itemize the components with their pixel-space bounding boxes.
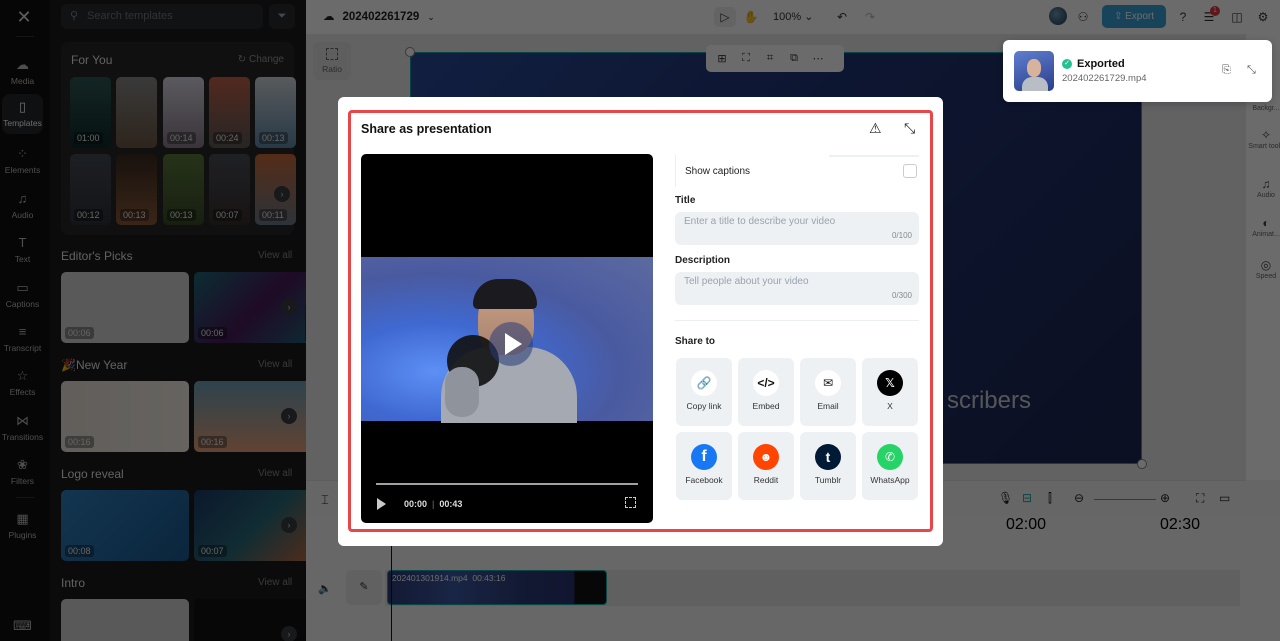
description-label: Description bbox=[675, 255, 731, 266]
download-icon: ⎘ bbox=[1222, 64, 1231, 76]
share-reddit[interactable]: ☻ Reddit bbox=[738, 432, 794, 500]
share-facebook[interactable]: f Facebook bbox=[676, 432, 732, 500]
share-email[interactable]: ✉ Email bbox=[800, 358, 856, 426]
collapse-button[interactable]: ⤡ bbox=[904, 120, 915, 137]
whatsapp-icon: ✆ bbox=[877, 444, 903, 470]
reddit-icon: ☻ bbox=[753, 444, 779, 470]
player-time: 00:00 | 00:43 bbox=[404, 499, 463, 509]
facebook-icon: f bbox=[691, 444, 717, 470]
code-icon: </> bbox=[753, 370, 779, 396]
export-toast: ✓ Exported 202402261729.mp4 ⎘ ⤡ bbox=[1003, 40, 1272, 102]
share-x[interactable]: 𝕏X bbox=[862, 358, 918, 426]
title-input[interactable] bbox=[684, 216, 904, 227]
export-status: Exported bbox=[1077, 58, 1125, 70]
play-overlay-button[interactable] bbox=[489, 322, 533, 366]
title-field[interactable]: 0/100 bbox=[675, 212, 919, 245]
mail-icon: ✉ bbox=[815, 370, 841, 396]
export-thumbnail bbox=[1014, 51, 1054, 91]
share-to-label: Share to bbox=[675, 336, 716, 347]
x-logo-icon: 𝕏 bbox=[877, 370, 903, 396]
check-circle-icon: ✓ bbox=[1062, 59, 1072, 69]
show-captions-checkbox[interactable] bbox=[903, 164, 917, 178]
fullscreen-icon[interactable] bbox=[625, 497, 636, 508]
description-input[interactable] bbox=[684, 276, 904, 287]
player-progress-bar[interactable] bbox=[376, 483, 638, 485]
title-label: Title bbox=[675, 195, 696, 206]
share-copy-link[interactable]: 🔗 Copy link bbox=[676, 358, 732, 426]
export-filename: 202402261729.mp4 bbox=[1062, 73, 1147, 84]
description-char-count: 0/300 bbox=[891, 291, 912, 300]
open-folder-button[interactable]: ⎘ bbox=[1222, 64, 1231, 77]
share-embed[interactable]: </> Embed bbox=[738, 358, 794, 426]
video-player[interactable]: 00:00 | 00:43 bbox=[361, 154, 653, 523]
expand-button[interactable]: ⤡ bbox=[1247, 64, 1256, 77]
show-captions-label: Show captions bbox=[685, 166, 751, 177]
link-icon: 🔗 bbox=[691, 370, 717, 396]
video-frame bbox=[361, 257, 653, 423]
divider bbox=[675, 320, 919, 321]
share-targets-grid: 🔗 Copy link </> Embed ✉ Email 𝕏X f Facebook … bbox=[676, 358, 920, 500]
play-icon[interactable] bbox=[377, 498, 386, 510]
modal-title: Share as presentation bbox=[361, 122, 492, 136]
expand-icon: ⤡ bbox=[1247, 64, 1256, 76]
share-tumblr[interactable]: t Tumblr bbox=[800, 432, 856, 500]
share-whatsapp[interactable]: ✆ WhatsApp bbox=[862, 432, 918, 500]
tumblr-icon: t bbox=[815, 444, 841, 470]
feedback-icon: ⚠ bbox=[869, 120, 882, 136]
title-char-count: 0/100 bbox=[891, 231, 912, 240]
collapse-icon: ⤡ bbox=[904, 120, 916, 136]
show-captions-row: Show captions bbox=[675, 155, 920, 187]
description-field[interactable]: 0/300 bbox=[675, 272, 919, 305]
feedback-button[interactable]: ⚠ bbox=[869, 120, 882, 137]
